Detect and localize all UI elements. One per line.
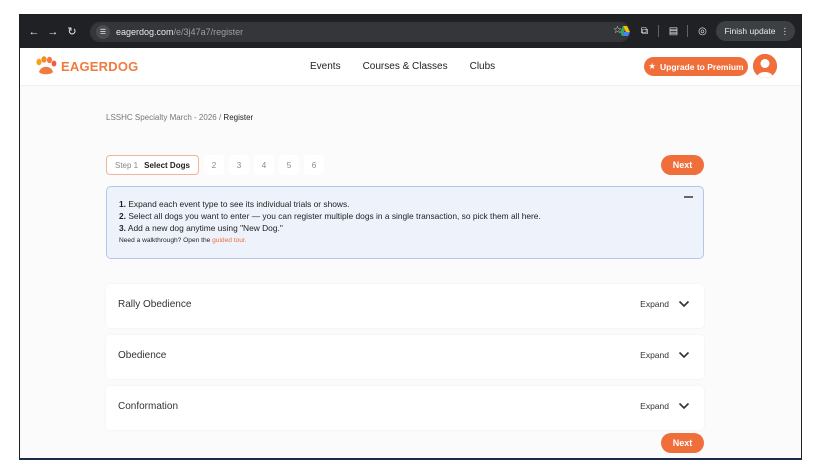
finish-update-label: Finish update xyxy=(724,26,776,36)
page-content: LSSHC Specialty March - 2026 / Register … xyxy=(20,86,801,459)
expand-toggle[interactable]: Expand xyxy=(640,350,690,360)
browser-toolbar-right: ⧉ ▤ ◎ Finish update ⋮ xyxy=(620,21,795,41)
logo-text-eager: EAGER xyxy=(61,58,109,74)
address-bar[interactable]: ☰ eagerdog.com/e/3j47a7/register ☆ xyxy=(90,22,630,42)
step-6[interactable]: 6 xyxy=(303,155,324,175)
instruction-1: 1. Expand each event type to see its ind… xyxy=(119,198,691,210)
forward-icon[interactable]: → xyxy=(45,24,61,40)
instruction-1-text: Expand each event type to see its indivi… xyxy=(128,199,350,209)
eagerdog-logo[interactable]: EAGERDOG xyxy=(34,56,138,76)
instruction-2: 2. Select all dogs you want to enter — y… xyxy=(119,210,691,222)
section-conformation[interactable]: Conformation Expand xyxy=(106,386,704,430)
breadcrumb-current: Register xyxy=(223,113,254,122)
collapse-minus-icon[interactable] xyxy=(684,196,693,198)
back-icon[interactable]: ← xyxy=(26,24,42,40)
step-2[interactable]: 2 xyxy=(203,155,224,175)
upgrade-premium-button[interactable]: ★ Upgrade to Premium xyxy=(644,57,748,76)
expand-label: Expand xyxy=(640,401,669,411)
section-obedience[interactable]: Obedience Expand xyxy=(106,335,704,379)
expand-toggle[interactable]: Expand xyxy=(640,401,690,411)
guided-tour-link[interactable]: guided tour. xyxy=(212,237,246,244)
profile-icon[interactable]: ◎ xyxy=(696,25,708,37)
top-navigation: Events Courses & Classes Clubs xyxy=(310,61,495,72)
paw-logo-icon xyxy=(36,56,57,75)
instructions-panel: 1. Expand each event type to see its ind… xyxy=(106,186,704,259)
browser-window: ← → ↻ ☰ eagerdog.com/e/3j47a7/register ☆… xyxy=(19,14,802,460)
breadcrumb: LSSHC Specialty March - 2026 / Register xyxy=(106,113,253,122)
toolbar-divider xyxy=(658,25,660,37)
drive-extension-icon[interactable] xyxy=(620,26,631,36)
step-1-select-dogs[interactable]: Step 1 Select Dogs xyxy=(106,155,199,175)
app-header: EAGERDOG Events Courses & Classes Clubs … xyxy=(20,48,801,86)
instruction-3-text: Add a new dog anytime using "New Dog." xyxy=(127,223,283,233)
step-3[interactable]: 3 xyxy=(228,155,249,175)
reload-icon[interactable]: ↻ xyxy=(64,24,80,40)
toolbar-divider xyxy=(687,25,689,37)
walkthrough-prefix: Need a walkthrough? Open the xyxy=(119,237,211,244)
url-host: eagerdog.com xyxy=(116,27,174,37)
instruction-3-number: 3. xyxy=(119,223,126,233)
browser-toolbar: ← → ↻ ☰ eagerdog.com/e/3j47a7/register ☆… xyxy=(20,15,801,48)
star-icon: ★ xyxy=(648,61,656,71)
upgrade-label: Upgrade to Premium xyxy=(660,61,744,72)
instruction-1-number: 1. xyxy=(119,199,126,209)
nav-clubs[interactable]: Clubs xyxy=(470,61,496,72)
expand-label: Expand xyxy=(640,350,669,360)
user-avatar-icon[interactable] xyxy=(753,54,777,78)
finish-update-button[interactable]: Finish update ⋮ xyxy=(716,21,795,41)
registration-stepper: Step 1 Select Dogs 2 3 4 5 6 xyxy=(106,155,324,175)
side-panel-icon[interactable]: ▤ xyxy=(667,25,679,37)
step-1-number: Step 1 xyxy=(115,160,139,170)
site-settings-icon[interactable]: ☰ xyxy=(96,25,110,39)
nav-courses-classes[interactable]: Courses & Classes xyxy=(363,61,448,72)
chevron-down-icon xyxy=(678,402,690,410)
extensions-puzzle-icon[interactable]: ⧉ xyxy=(638,25,650,37)
expand-toggle[interactable]: Expand xyxy=(640,299,690,309)
nav-events[interactable]: Events xyxy=(310,61,341,72)
section-title: Obedience xyxy=(118,350,167,361)
step-1-label: Select Dogs xyxy=(144,160,190,170)
more-menu-icon[interactable]: ⋮ xyxy=(781,26,790,37)
logo-text-dog: DOG xyxy=(108,58,139,74)
section-title: Conformation xyxy=(118,401,179,412)
section-rally-obedience[interactable]: Rally Obedience Expand xyxy=(106,284,704,328)
next-button-top[interactable]: Next xyxy=(661,155,704,175)
chevron-down-icon xyxy=(678,300,690,308)
section-title: Rally Obedience xyxy=(118,299,192,310)
step-4[interactable]: 4 xyxy=(253,155,274,175)
url-path: /e/3j47a7/register xyxy=(173,27,244,37)
next-button-bottom[interactable]: Next xyxy=(661,433,704,453)
taskbar-edge xyxy=(19,458,802,460)
expand-label: Expand xyxy=(640,299,669,309)
walkthrough-note: Need a walkthrough? Open the guided tour… xyxy=(119,237,691,244)
chevron-down-icon xyxy=(678,351,690,359)
step-5[interactable]: 5 xyxy=(278,155,299,175)
instruction-2-number: 2. xyxy=(119,211,126,221)
breadcrumb-separator: / xyxy=(218,113,222,122)
instruction-3: 3. Add a new dog anytime using "New Dog.… xyxy=(119,222,691,234)
breadcrumb-event[interactable]: LSSHC Specialty March - 2026 xyxy=(106,113,217,122)
instruction-2-text: Select all dogs you want to enter — you … xyxy=(128,211,541,221)
